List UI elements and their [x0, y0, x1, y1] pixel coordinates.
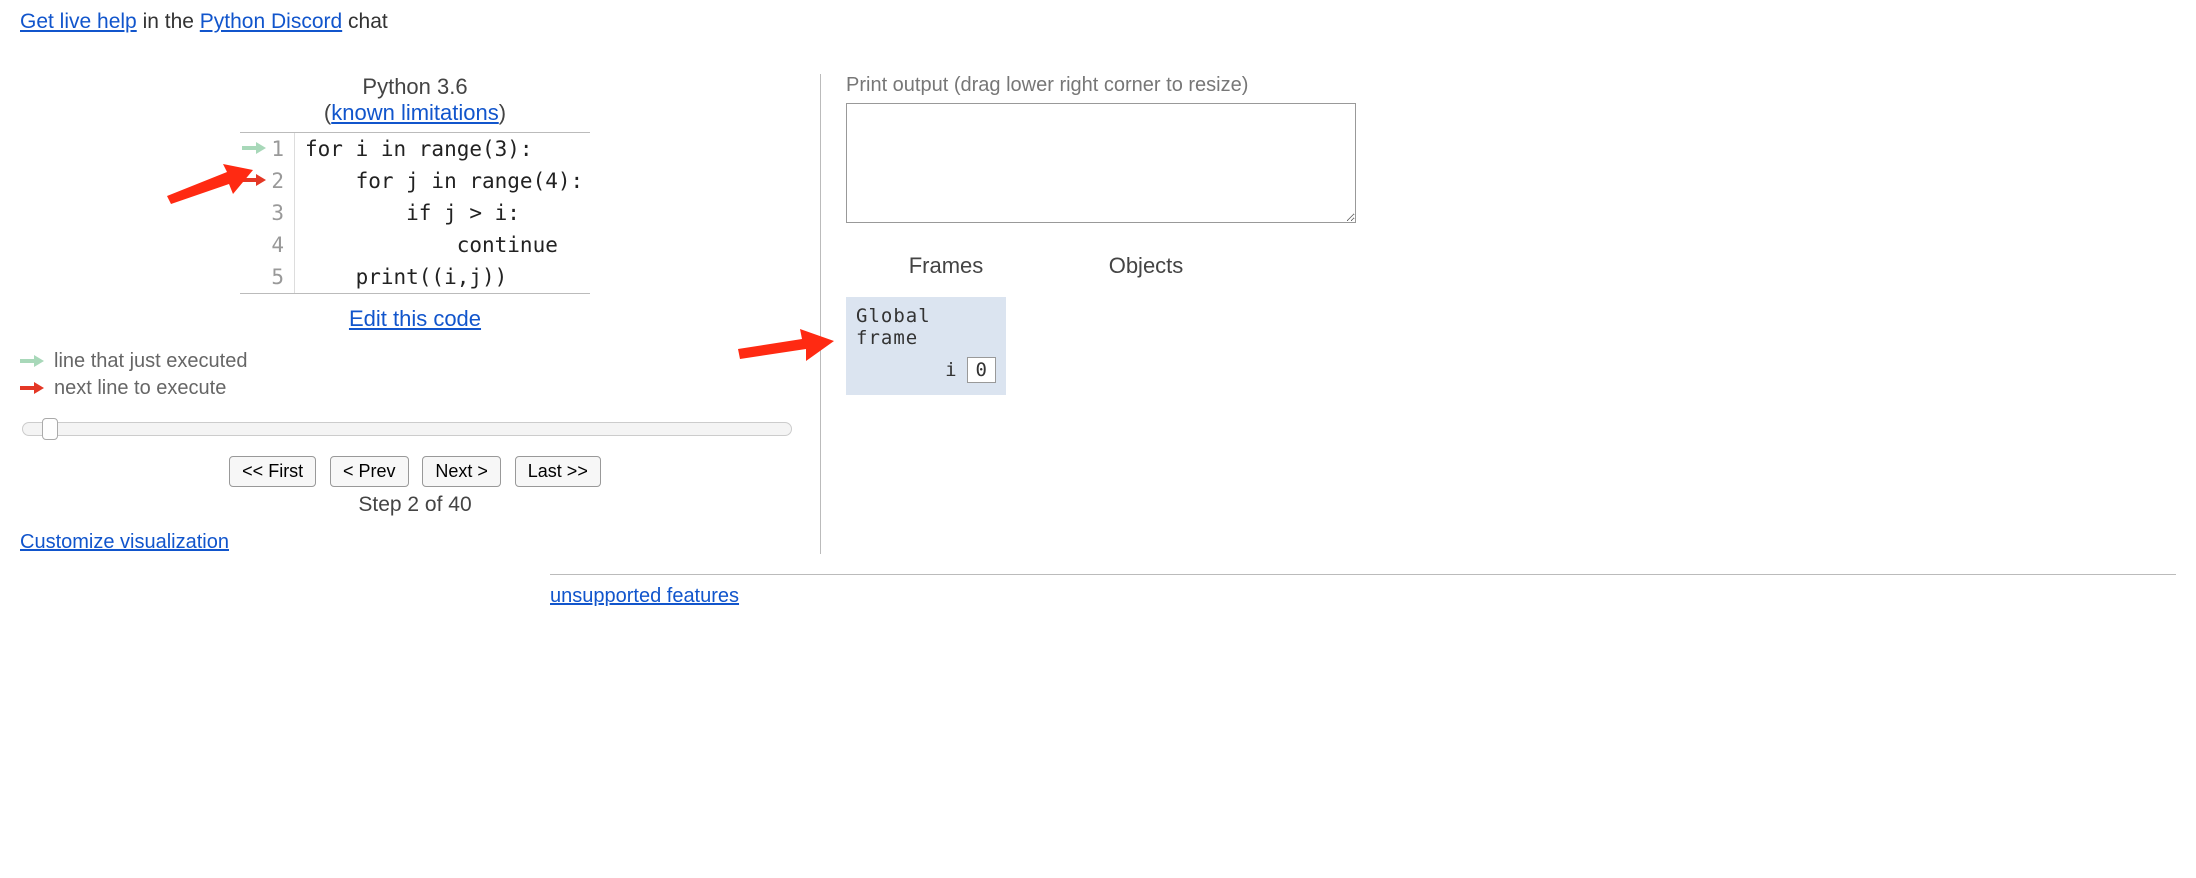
step-slider[interactable] — [22, 422, 792, 436]
step-indicator: Step 2 of 40 — [20, 493, 810, 517]
code-listing: 1for i in range(3):2 for j in range(4):3… — [240, 132, 590, 294]
vcr-controls: << First < Prev Next > Last >> — [20, 456, 810, 487]
live-help-link[interactable]: Get live help — [20, 10, 137, 33]
variable-row: i0 — [856, 357, 996, 383]
next-arrow-icon — [20, 382, 46, 396]
global-frame: Global frame i0 — [846, 297, 1006, 395]
line-number: 4 — [268, 233, 294, 257]
edit-code-link[interactable]: Edit this code — [349, 306, 481, 331]
legend: line that just executed next line to exe… — [20, 350, 810, 400]
output-box[interactable] — [846, 103, 1356, 223]
frame-title: Global frame — [856, 305, 996, 349]
legend-next-label: next line to execute — [54, 377, 226, 400]
next-button[interactable]: Next > — [422, 456, 501, 487]
code-line: 2 for j in range(4): — [240, 165, 590, 197]
code-header: Python 3.6 (known limitations) — [20, 74, 810, 126]
prev-button[interactable]: < Prev — [330, 456, 409, 487]
code-line: 5 print((i,j)) — [240, 261, 590, 293]
code-text: print((i,j)) — [294, 261, 590, 293]
legend-prev-label: line that just executed — [54, 350, 247, 373]
prev-arrow-icon — [242, 142, 268, 156]
code-text: for j in range(4): — [294, 165, 590, 197]
code-line: 1for i in range(3): — [240, 133, 590, 165]
customize-link[interactable]: Customize visualization — [20, 531, 229, 553]
prev-arrow-icon — [20, 355, 46, 369]
heap-headers: Frames Objects — [846, 253, 2176, 279]
help-banner: Get live help in the Python Discord chat — [20, 10, 2176, 34]
variable-value: 0 — [967, 357, 996, 383]
objects-header: Objects — [1046, 253, 1246, 279]
discord-link[interactable]: Python Discord — [200, 10, 342, 33]
first-button[interactable]: << First — [229, 456, 316, 487]
output-label: Print output (drag lower right corner to… — [846, 74, 2176, 97]
last-button[interactable]: Last >> — [515, 456, 601, 487]
divider — [550, 574, 2176, 575]
annotation-arrow-icon — [736, 325, 836, 365]
line-number: 5 — [268, 265, 294, 289]
code-text: continue — [294, 229, 590, 261]
code-line: 3 if j > i: — [240, 197, 590, 229]
line-number: 3 — [268, 201, 294, 225]
variable-name: i — [945, 359, 956, 381]
unsupported-features-link[interactable]: unsupported features — [550, 585, 739, 607]
code-line: 4 continue — [240, 229, 590, 261]
line-number: 1 — [268, 137, 294, 161]
frames-header: Frames — [846, 253, 1046, 279]
code-text: for i in range(3): — [294, 133, 590, 165]
language-label: Python 3.6 — [362, 74, 467, 99]
code-text: if j > i: — [294, 197, 590, 229]
annotation-arrow-icon — [165, 160, 255, 204]
known-limitations-link[interactable]: known limitations — [331, 100, 499, 125]
line-number: 2 — [268, 169, 294, 193]
